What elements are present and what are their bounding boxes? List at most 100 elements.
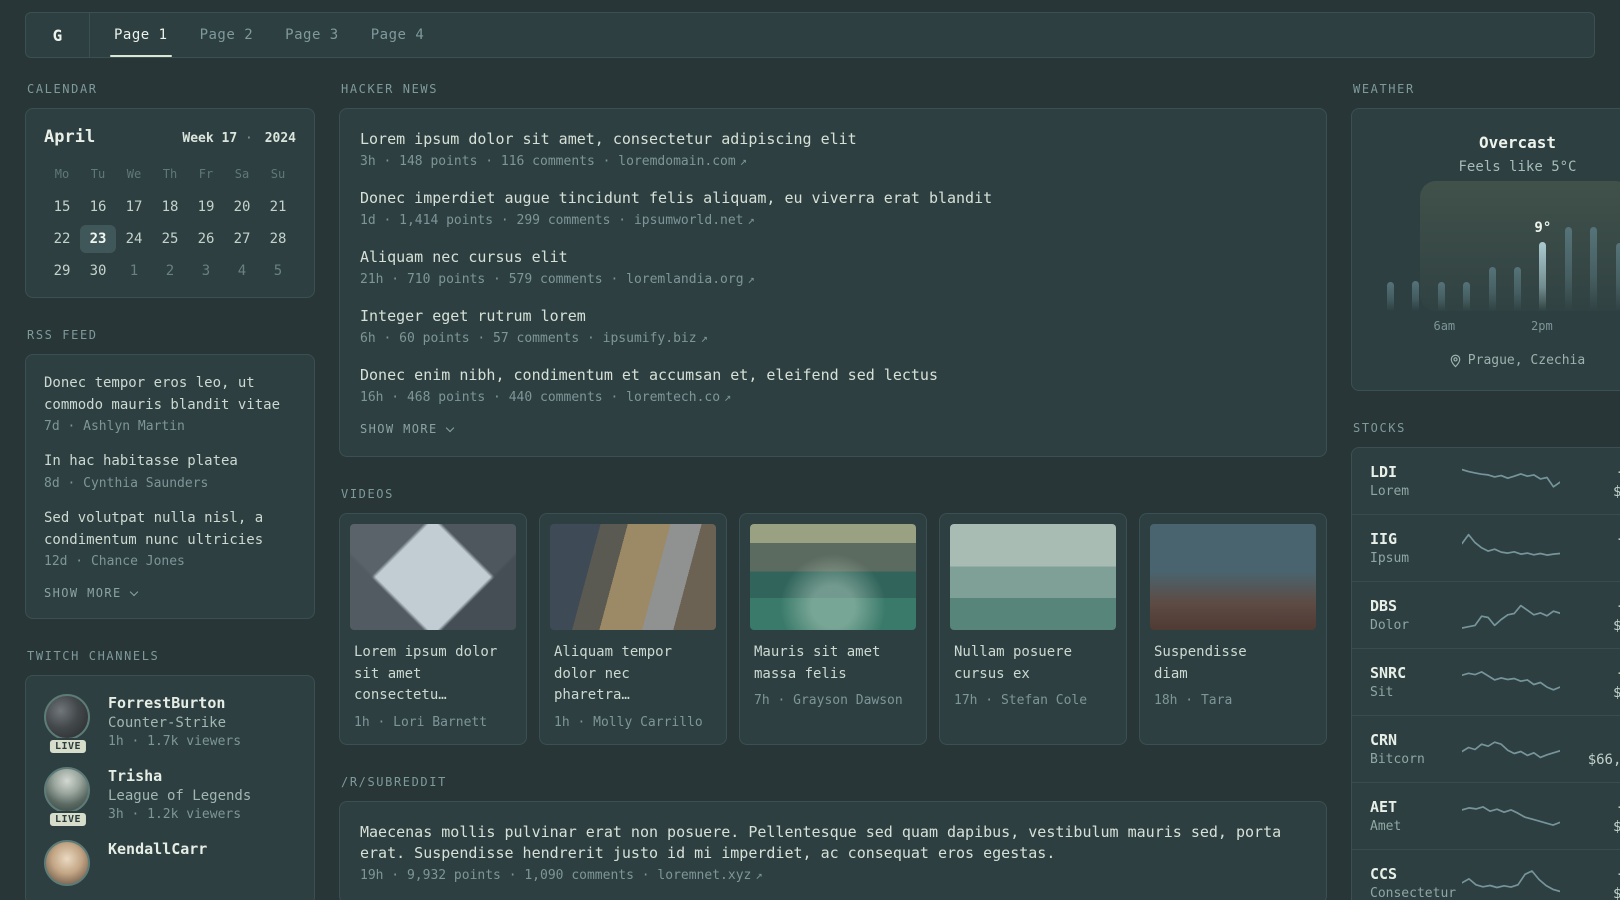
calendar-day[interactable]: 19 <box>188 193 224 221</box>
stock-price: $795.18 <box>1560 484 1620 500</box>
video-card[interactable]: Mauris sit amet massa felis 7h · Grayson… <box>739 513 927 746</box>
stock-row[interactable]: CCS Consectetur +0.51% $165.84 <box>1352 849 1620 900</box>
stock-sparkline <box>1462 662 1560 702</box>
page-tabs: Page 1 Page 2 Page 3 Page 4 <box>90 13 440 57</box>
calendar-day-next-month[interactable]: 3 <box>188 257 224 285</box>
weather-bar <box>1590 226 1598 311</box>
twitch-channel-name: Trisha <box>108 767 163 786</box>
hackernews-item-title[interactable]: Aliquam nec cursus elit <box>360 247 1306 268</box>
hackernews-show-more-button[interactable]: SHOW MORE <box>360 422 1306 436</box>
stock-row[interactable]: DBS Dolor +1.42% $156.28 <box>1352 581 1620 648</box>
calendar-header: CALENDAR <box>27 82 98 96</box>
live-badge: LIVE <box>47 738 89 756</box>
hackernews-item-domain-link[interactable]: ipsumworld.net↗ <box>618 213 754 228</box>
twitch-card: LIVE ForrestBurton Counter-Strike 1h · 1… <box>25 675 315 900</box>
hackernews-item-domain-link[interactable]: loremtech.co↗ <box>610 390 731 405</box>
calendar-day[interactable]: 26 <box>188 225 224 253</box>
subreddit-header: /R/SUBREDDIT <box>341 775 447 790</box>
tab-page-2[interactable]: Page 2 <box>184 13 270 57</box>
stock-identity: DBS Dolor <box>1370 597 1462 633</box>
weather-section: WEATHER Overcast Feels like 5°C 9° 6am 2… <box>1351 82 1620 391</box>
hackernews-item-title[interactable]: Integer eget rutrum lorem <box>360 306 1306 327</box>
calendar-day[interactable]: 21 <box>260 193 296 221</box>
video-card[interactable]: Suspendisse diam 18h · Tara <box>1139 513 1327 746</box>
calendar-day[interactable]: 29 <box>44 257 80 285</box>
hackernews-item-domain-link[interactable]: loremdomain.com↗ <box>603 154 747 169</box>
stock-name: Lorem <box>1370 484 1410 499</box>
dashboard-grid: CALENDAR April Week 17 2024 Mo Tu We Th … <box>0 58 1620 900</box>
rss-card: Donec tempor eros leo, ut commodo mauris… <box>25 354 315 620</box>
calendar-day[interactable]: 27 <box>224 225 260 253</box>
stock-row[interactable]: CRN Bitcorn -1.00% $66,171.48 <box>1352 715 1620 782</box>
video-card[interactable]: Lorem ipsum dolor sit amet consectetu… 1… <box>339 513 527 746</box>
calendar-day-selected[interactable]: 23 <box>80 225 116 253</box>
calendar-day-next-month[interactable]: 5 <box>260 257 296 285</box>
weather-bar <box>1488 266 1496 311</box>
stock-name: Bitcorn <box>1370 752 1425 767</box>
calendar-day[interactable]: 24 <box>116 225 152 253</box>
calendar-day[interactable]: 28 <box>260 225 296 253</box>
hackernews-item-domain-link[interactable]: ipsumify.biz↗ <box>587 331 708 346</box>
subreddit-post-domain-link[interactable]: loremnet.xyz↗ <box>642 868 763 883</box>
tab-page-4[interactable]: Page 4 <box>355 13 441 57</box>
rss-show-more-button[interactable]: SHOW MORE <box>44 586 296 600</box>
video-card[interactable]: Aliquam tempor dolor nec pharetra… 1h · … <box>539 513 727 746</box>
calendar-dayname: Tu <box>90 167 106 181</box>
stock-change: -1.00% <box>1560 731 1620 749</box>
calendar-year-label: 2024 <box>264 131 296 146</box>
stock-row[interactable]: IIG Ipsum +2.84% $42.04 <box>1352 514 1620 581</box>
stock-values: +0.92% $499.72 <box>1560 798 1620 835</box>
calendar-day[interactable]: 22 <box>44 225 80 253</box>
subreddit-post-title[interactable]: Maecenas mollis pulvinar erat non posuer… <box>360 822 1306 864</box>
calendar-day-next-month[interactable]: 4 <box>224 257 260 285</box>
stock-row[interactable]: AET Amet +0.92% $499.72 <box>1352 782 1620 849</box>
calendar-week-year: Week 17 2024 <box>182 131 296 146</box>
stock-identity: SNRC Sit <box>1370 664 1462 700</box>
external-link-icon: ↗ <box>755 868 763 883</box>
calendar-day[interactable]: 17 <box>116 193 152 221</box>
app-logo[interactable]: G <box>26 13 90 57</box>
hackernews-item-title[interactable]: Donec enim nibh, condimentum et accumsan… <box>360 365 1306 386</box>
calendar-day[interactable]: 25 <box>152 225 188 253</box>
video-card[interactable]: Nullam posuere cursus ex 17h · Stefan Co… <box>939 513 1127 746</box>
calendar-day-next-month[interactable]: 2 <box>152 257 188 285</box>
hackernews-item-domain-link[interactable]: loremlandia.org↗ <box>610 272 754 287</box>
twitch-channel-row[interactable]: LIVE ForrestBurton Counter-Strike 1h · 1… <box>44 694 296 756</box>
rss-item-title[interactable]: Donec tempor eros leo, ut commodo mauris… <box>44 373 296 416</box>
rss-item-title[interactable]: Sed volutpat nulla nisl, a condimentum n… <box>44 508 296 551</box>
stock-symbol: LDI <box>1370 463 1398 481</box>
hackernews-item-meta: 3h · 148 points · 116 comments loremdoma… <box>360 154 1306 169</box>
weather-bar <box>1564 226 1572 311</box>
calendar-day[interactable]: 18 <box>152 193 188 221</box>
stock-row[interactable]: LDI Lorem +4.35% $795.18 <box>1352 448 1620 514</box>
external-link-icon: ↗ <box>700 331 708 345</box>
calendar-day-next-month[interactable]: 1 <box>116 257 152 285</box>
rss-item-title[interactable]: In hac habitasse platea <box>44 451 296 473</box>
twitch-channel-row[interactable]: KendallCarr <box>44 840 296 887</box>
hackernews-item-title[interactable]: Donec imperdiet augue tincidunt felis al… <box>360 188 1306 209</box>
hackernews-item-stats: 16h · 468 points · 440 comments <box>360 390 603 405</box>
stock-price: $499.72 <box>1560 819 1620 835</box>
calendar-day[interactable]: 16 <box>80 193 116 221</box>
stock-sparkline <box>1462 595 1560 635</box>
weather-chart: 9° <box>1382 181 1620 311</box>
calendar-day[interactable]: 30 <box>80 257 116 285</box>
video-meta: 1h · Lori Barnett <box>354 715 488 731</box>
weather-condition: Overcast <box>1478 133 1557 152</box>
stock-row[interactable]: SNRC Sit +1.36% $148.64 <box>1352 648 1620 715</box>
tab-page-3[interactable]: Page 3 <box>269 13 355 57</box>
twitch-channel-name: ForrestBurton <box>108 694 226 713</box>
calendar-day[interactable]: 15 <box>44 193 80 221</box>
hackernews-item-stats: 3h · 148 points · 116 comments <box>360 154 595 169</box>
calendar-day[interactable]: 20 <box>224 193 260 221</box>
calendar-week-label: Week 17 <box>182 131 252 146</box>
stock-name: Sit <box>1370 685 1394 700</box>
rss-item-meta: 12d · Chance Jones <box>44 554 185 570</box>
tab-page-1[interactable]: Page 1 <box>98 13 184 57</box>
hackernews-item-title[interactable]: Lorem ipsum dolor sit amet, consectetur … <box>360 129 1306 150</box>
hackernews-header: HACKER NEWS <box>341 82 439 96</box>
center-column: HACKER NEWS Lorem ipsum dolor sit amet, … <box>339 82 1327 900</box>
twitch-channel-row[interactable]: LIVE Trisha League of Legends 3h · 1.2k … <box>44 767 296 829</box>
weather-header: WEATHER <box>1353 82 1415 96</box>
video-title: Suspendisse diam <box>1154 644 1247 682</box>
